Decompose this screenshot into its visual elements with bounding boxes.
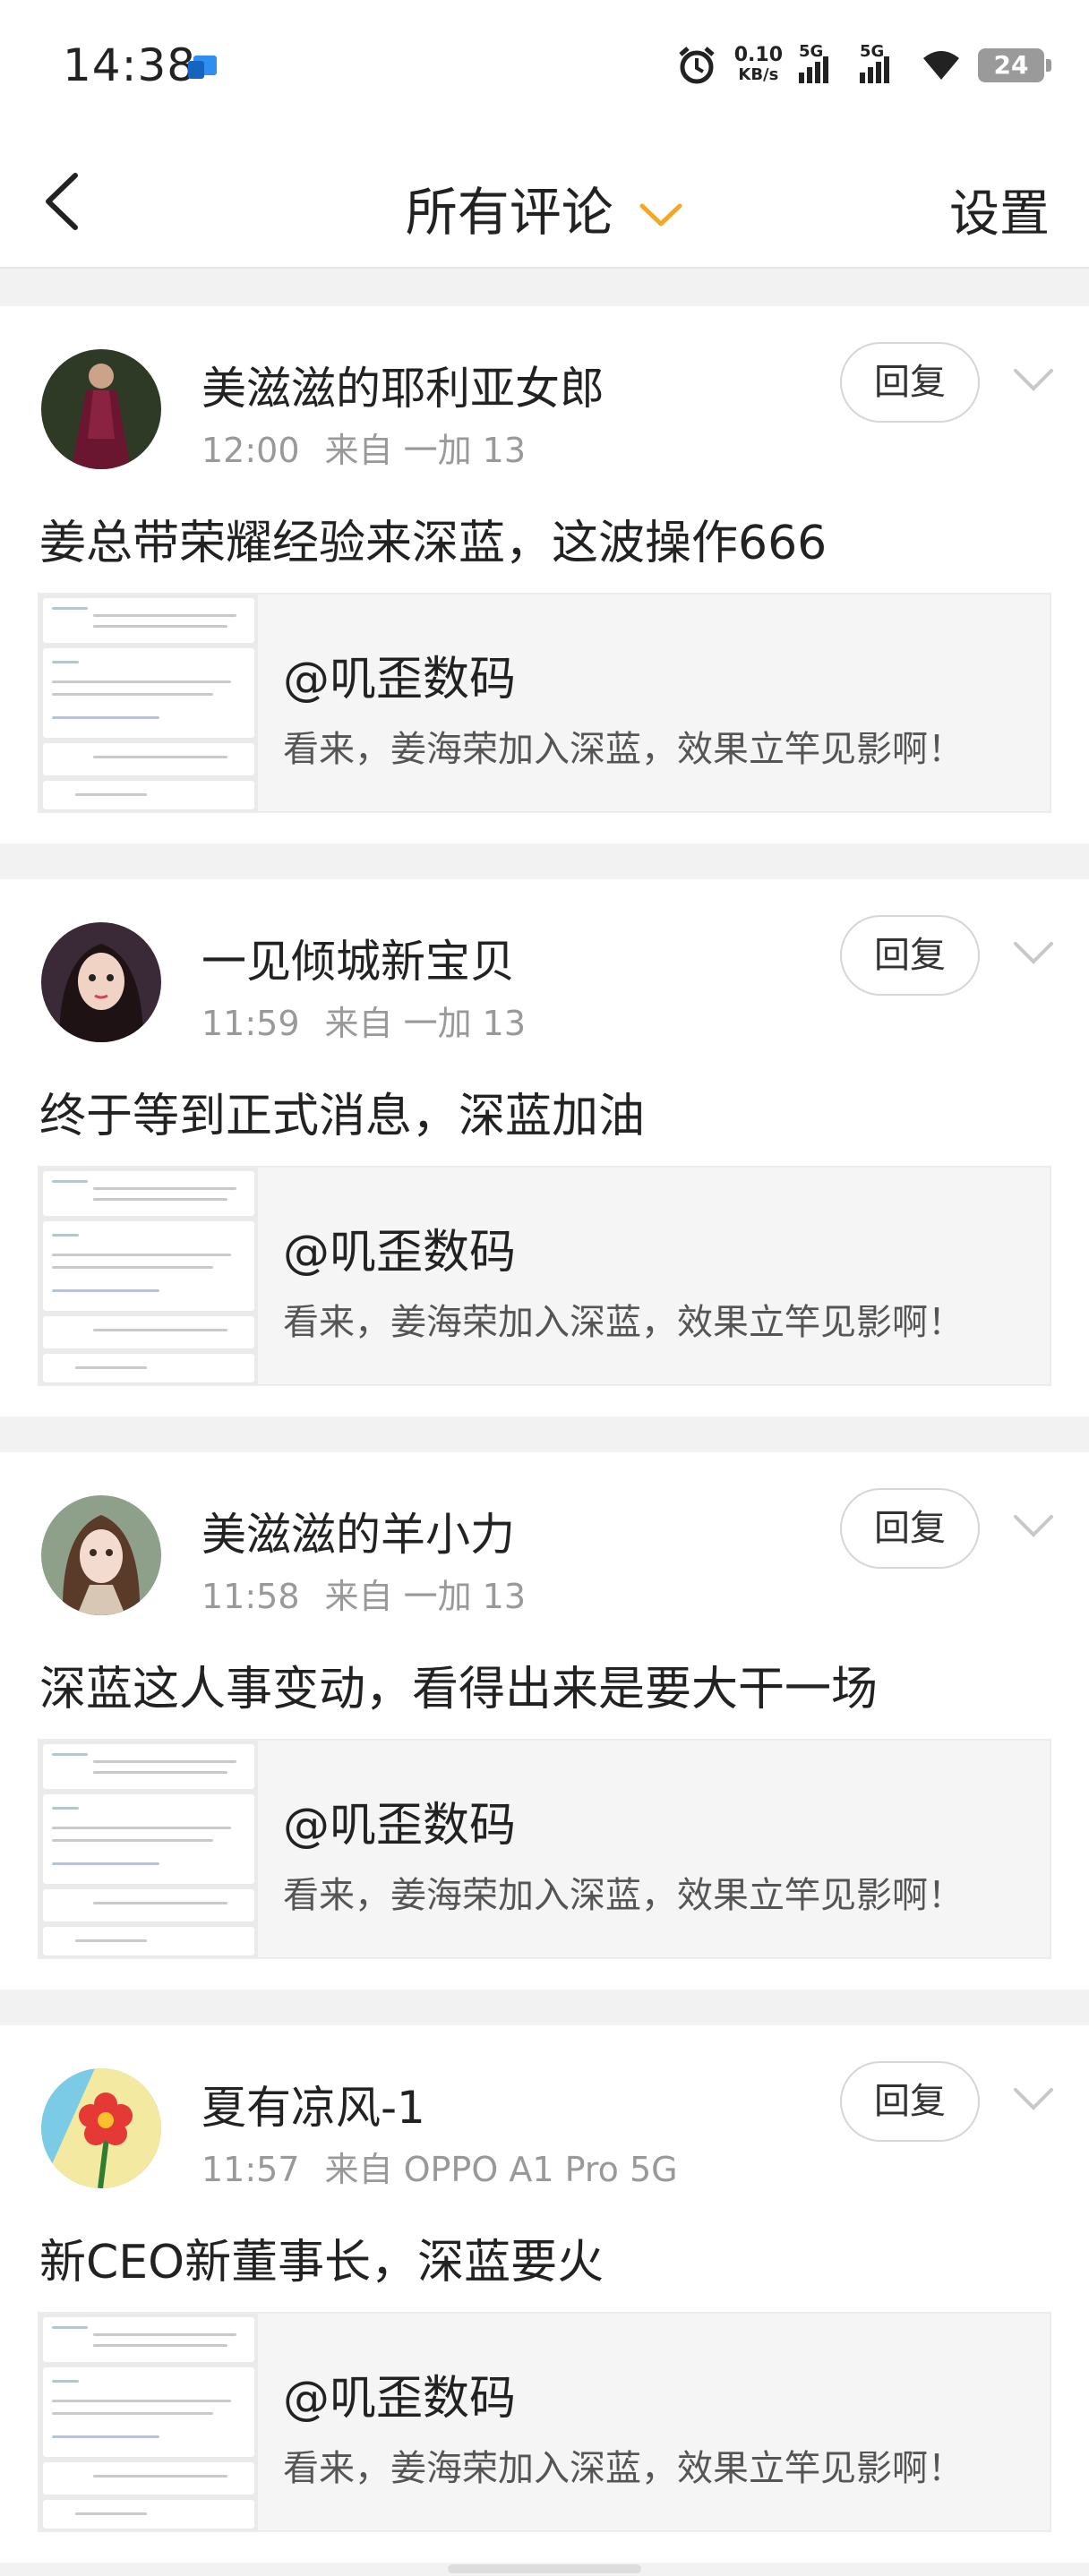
quoted-post-thumbnail — [39, 2314, 258, 2530]
avatar[interactable] — [41, 922, 161, 1042]
quoted-author: @叽歪数码 — [283, 653, 517, 706]
quoted-post-thumbnail — [39, 1741, 258, 1957]
top-navigation-bar: 所有评论 设置 — [0, 134, 1089, 269]
status-time: 14:38 — [63, 39, 197, 91]
comment-card: 美滋滋的耶利亚女郎 12:00 来自 一加 13 回复 姜总带荣耀经验来深蓝，这波… — [0, 306, 1089, 843]
comment-meta: 11:58 来自 一加 13 — [202, 1569, 526, 1618]
quoted-post[interactable]: @叽歪数码 看来，姜海荣加入深蓝，效果立竿见影啊！ — [38, 593, 1051, 813]
page-title: 所有评论 — [405, 182, 613, 243]
quoted-author: @叽歪数码 — [283, 1799, 517, 1853]
settings-button[interactable]: 设置 — [949, 174, 1050, 246]
avatar[interactable] — [41, 349, 161, 469]
reply-button[interactable]: 回复 — [840, 2061, 980, 2142]
quoted-text: 看来，姜海荣加入深蓝，效果立竿见影啊！ — [283, 1875, 964, 1916]
comment-meta: 12:00 来自 一加 13 — [202, 423, 526, 472]
quoted-text: 看来，姜海荣加入深蓝，效果立竿见影啊！ — [283, 2448, 964, 2489]
username[interactable]: 夏有凉风-1 — [202, 2072, 425, 2136]
comment-source: 来自 一加 13 — [324, 1577, 527, 1616]
username[interactable]: 美滋滋的耶利亚女郎 — [202, 353, 605, 417]
comment-source: 来自 一加 13 — [324, 431, 527, 470]
chevron-down-icon[interactable] — [1012, 2086, 1055, 2113]
net-speed: 0.10 KB/s — [733, 44, 783, 85]
comment-text: 终于等到正式消息，深蓝加油 — [39, 1090, 646, 1143]
comment-time: 11:58 — [202, 1577, 300, 1616]
avatar[interactable] — [41, 2068, 161, 2188]
alarm-icon — [679, 47, 715, 84]
reply-button[interactable]: 回复 — [840, 1488, 980, 1569]
quoted-text: 看来，姜海荣加入深蓝，效果立竿见影啊！ — [283, 1302, 964, 1343]
quoted-post[interactable]: @叽歪数码 看来，姜海荣加入深蓝，效果立竿见影啊！ — [38, 1166, 1051, 1386]
comment-time: 11:59 — [202, 1004, 300, 1043]
comment-text: 深蓝这人事变动，看得出来是要大干一场 — [39, 1663, 879, 1716]
status-icons: 0.10 KB/s 5G 5G 24 — [675, 42, 1051, 88]
quoted-post-thumbnail — [39, 595, 258, 811]
comment-card: 夏有凉风-1 11:57 来自 OPPO A1 Pro 5G 回复 新CEO新董事… — [0, 2025, 1089, 2563]
status-bar: 14:38 0.10 KB/s 5G 5G 24 — [0, 0, 1089, 134]
quoted-text: 看来，姜海荣加入深蓝，效果立竿见影啊！ — [283, 729, 964, 770]
reply-button[interactable]: 回复 — [840, 915, 980, 996]
quoted-author: @叽歪数码 — [283, 1226, 517, 1279]
quoted-post[interactable]: @叽歪数码 看来，姜海荣加入深蓝，效果立竿见影啊！ — [38, 1739, 1051, 1959]
comment-card: 美滋滋的羊小力 11:58 来自 一加 13 回复 深蓝这人事变动，看得出来是要大… — [0, 1452, 1089, 1990]
signal-1-icon: 5G — [799, 42, 844, 83]
comment-filter-dropdown[interactable]: 所有评论 — [0, 170, 1089, 245]
username[interactable]: 美滋滋的羊小力 — [202, 1499, 515, 1563]
comment-text: 新CEO新董事长，深蓝要火 — [39, 2236, 605, 2289]
avatar[interactable] — [41, 1495, 161, 1615]
home-indicator[interactable] — [448, 2564, 641, 2573]
comment-time: 12:00 — [202, 431, 300, 470]
comment-time: 11:57 — [202, 2150, 300, 2189]
app-notification-icon — [188, 56, 217, 79]
username[interactable]: 一见倾城新宝贝 — [202, 926, 515, 990]
quoted-post-thumbnail — [39, 1168, 258, 1384]
quoted-author: @叽歪数码 — [283, 2372, 517, 2426]
signal-2-icon: 5G — [860, 42, 905, 83]
quoted-post[interactable]: @叽歪数码 看来，姜海荣加入深蓝，效果立竿见影啊！ — [38, 2312, 1051, 2532]
wifi-icon — [923, 51, 959, 80]
chevron-down-icon[interactable] — [1012, 1513, 1055, 1540]
comment-meta: 11:57 来自 OPPO A1 Pro 5G — [202, 2142, 678, 2191]
comment-source: 来自 一加 13 — [324, 1004, 527, 1043]
chevron-down-icon — [639, 203, 682, 227]
comment-card: 一见倾城新宝贝 11:59 来自 一加 13 回复 终于等到正式消息，深蓝加油 @… — [0, 879, 1089, 1416]
battery-icon: 24 — [978, 48, 1051, 82]
comment-meta: 11:59 来自 一加 13 — [202, 996, 526, 1045]
chevron-down-icon[interactable] — [1012, 940, 1055, 967]
comment-source: 来自 OPPO A1 Pro 5G — [324, 2150, 678, 2189]
reply-button[interactable]: 回复 — [840, 342, 980, 423]
chevron-down-icon[interactable] — [1012, 367, 1055, 394]
comment-text: 姜总带荣耀经验来深蓝，这波操作666 — [39, 517, 827, 570]
